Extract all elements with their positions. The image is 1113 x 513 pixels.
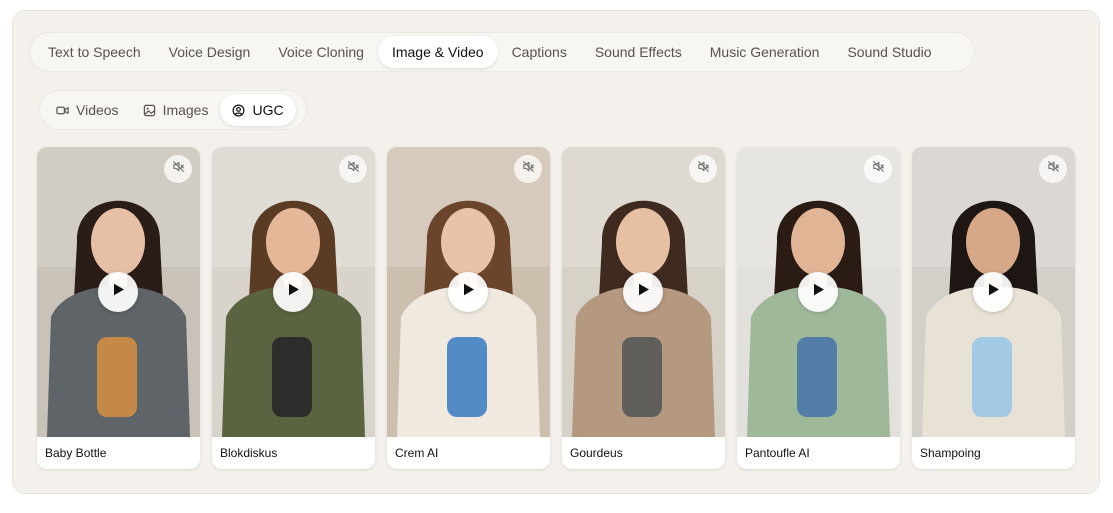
- subtab-ugc[interactable]: UGC: [220, 94, 296, 126]
- video-thumbnail[interactable]: [37, 147, 200, 437]
- muted-speaker-icon: [522, 160, 535, 178]
- play-button[interactable]: [448, 272, 488, 312]
- video-thumbnail[interactable]: [562, 147, 725, 437]
- ugc-card-grid: Baby Bottle Blokdiskus Crem AI Gourdeus Pant…: [37, 147, 1075, 469]
- mute-button[interactable]: [339, 155, 367, 183]
- play-icon: [111, 283, 125, 301]
- ugc-card[interactable]: Baby Bottle: [37, 147, 200, 469]
- play-button[interactable]: [798, 272, 838, 312]
- play-icon: [461, 283, 475, 301]
- card-title: Blokdiskus: [220, 446, 278, 460]
- muted-speaker-icon: [697, 160, 710, 178]
- tab-captions[interactable]: Captions: [498, 36, 581, 68]
- ugc-card[interactable]: Crem AI: [387, 147, 550, 469]
- mute-button[interactable]: [164, 155, 192, 183]
- ugc-card[interactable]: Shampoing: [912, 147, 1075, 469]
- subtab-images[interactable]: Images: [131, 94, 221, 126]
- user-circle-icon: [232, 104, 245, 117]
- card-title: Gourdeus: [570, 446, 623, 460]
- video-thumbnail[interactable]: [912, 147, 1075, 437]
- tab-sound-studio[interactable]: Sound Studio: [833, 36, 945, 68]
- image-icon: [143, 104, 156, 117]
- play-icon: [636, 283, 650, 301]
- muted-speaker-icon: [172, 160, 185, 178]
- subtab-label: UGC: [252, 102, 284, 118]
- mute-button[interactable]: [689, 155, 717, 183]
- play-button[interactable]: [98, 272, 138, 312]
- subtab-label: Images: [162, 102, 209, 118]
- muted-speaker-icon: [1047, 160, 1060, 178]
- mute-button[interactable]: [1039, 155, 1067, 183]
- mute-button[interactable]: [864, 155, 892, 183]
- card-title: Crem AI: [395, 446, 439, 460]
- play-icon: [986, 283, 1000, 301]
- video-thumbnail[interactable]: [387, 147, 550, 437]
- subtab-videos[interactable]: Videos: [44, 94, 131, 126]
- muted-speaker-icon: [872, 160, 885, 178]
- ugc-card[interactable]: Pantoufle AI: [737, 147, 900, 469]
- play-button[interactable]: [973, 272, 1013, 312]
- tab-voice-design[interactable]: Voice Design: [155, 36, 265, 68]
- main-tab-bar: Text to Speech Voice Design Voice Cloning I…: [29, 32, 975, 72]
- muted-speaker-icon: [347, 160, 360, 178]
- sub-tab-bar: Videos Images UGC: [39, 90, 307, 130]
- play-button[interactable]: [623, 272, 663, 312]
- video-thumbnail[interactable]: [737, 147, 900, 437]
- play-button[interactable]: [273, 272, 313, 312]
- play-icon: [811, 283, 825, 301]
- mute-button[interactable]: [514, 155, 542, 183]
- ugc-card[interactable]: Blokdiskus: [212, 147, 375, 469]
- video-thumbnail[interactable]: [212, 147, 375, 437]
- card-title: Baby Bottle: [45, 446, 107, 460]
- tab-image-and-video[interactable]: Image & Video: [377, 36, 498, 68]
- video-camera-icon: [56, 104, 69, 117]
- tab-music-generation[interactable]: Music Generation: [696, 36, 834, 68]
- play-icon: [286, 283, 300, 301]
- tab-sound-effects[interactable]: Sound Effects: [581, 36, 696, 68]
- card-title: Pantoufle AI: [745, 446, 810, 460]
- card-title: Shampoing: [920, 446, 981, 460]
- subtab-label: Videos: [76, 102, 119, 118]
- ugc-card[interactable]: Gourdeus: [562, 147, 725, 469]
- tab-text-to-speech[interactable]: Text to Speech: [34, 36, 155, 68]
- tab-voice-cloning[interactable]: Voice Cloning: [264, 36, 378, 68]
